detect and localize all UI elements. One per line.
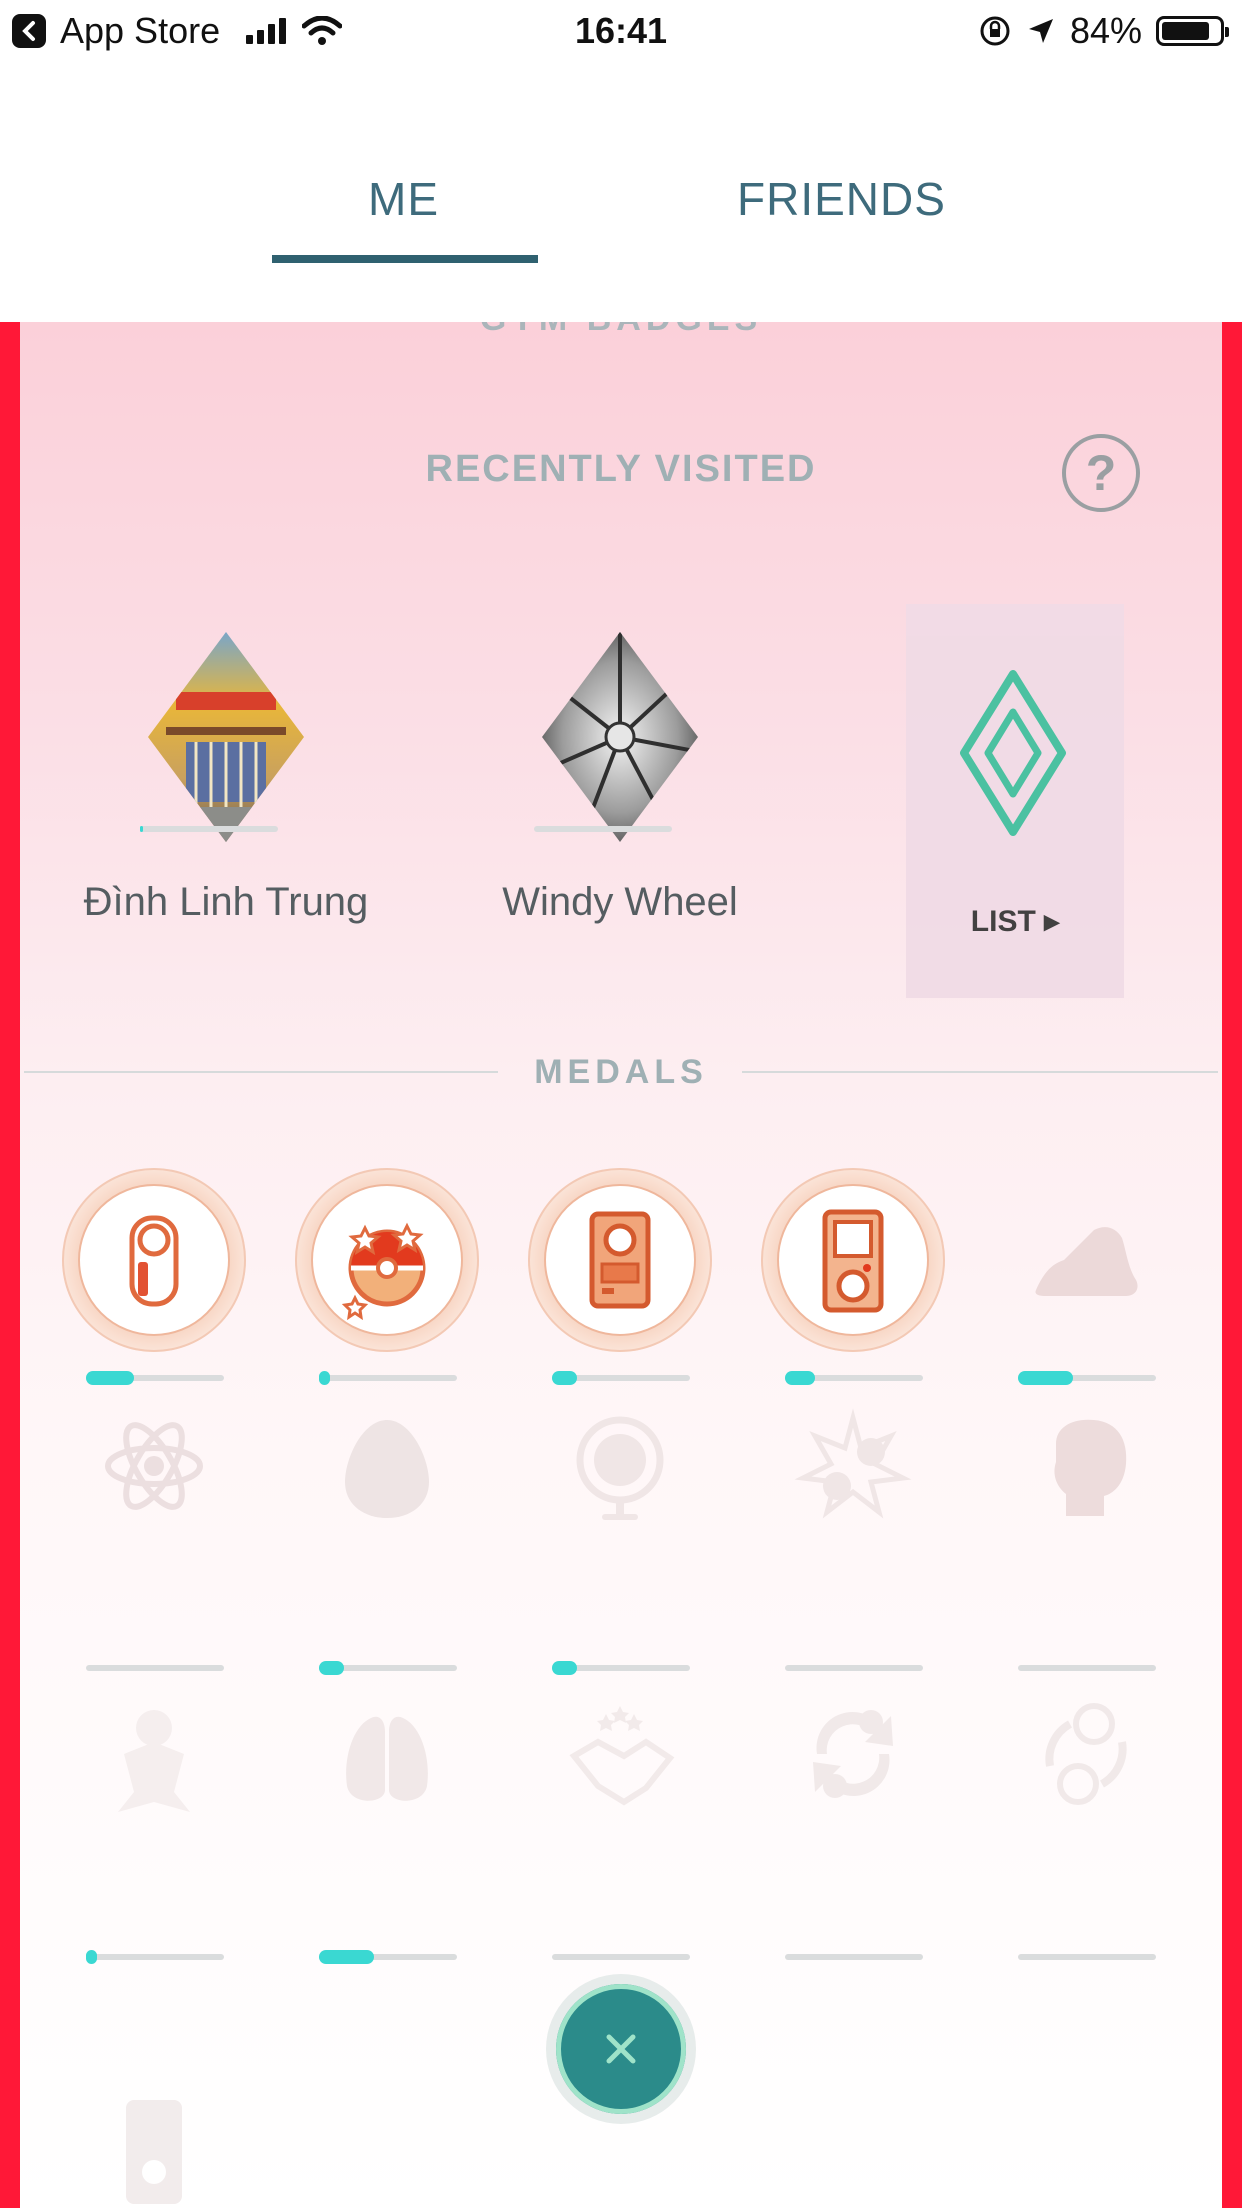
divider xyxy=(742,1071,1218,1073)
medal-progress-bar xyxy=(785,1954,923,1960)
gym-badge-item[interactable]: Đình Linh Trung xyxy=(76,632,376,925)
close-button[interactable] xyxy=(546,1974,696,2124)
egg-icon[interactable] xyxy=(295,1374,479,1558)
medal-progress-bar xyxy=(785,1371,923,1385)
atom-icon[interactable] xyxy=(62,1374,246,1558)
medal-progress-bar xyxy=(319,1950,457,1964)
gym-badges-heading: GYM BADGES xyxy=(0,322,1242,339)
gym-badge-item[interactable]: Windy Wheel xyxy=(470,632,770,925)
battery-icon xyxy=(1156,16,1229,46)
medal-progress-bar xyxy=(319,1371,457,1385)
gym-progress-bar xyxy=(140,826,278,832)
handshake-stars-icon[interactable] xyxy=(528,1662,712,1846)
medal-item[interactable] xyxy=(295,1168,479,1352)
tab-underline xyxy=(272,255,538,263)
medal-progress-bar xyxy=(86,1371,224,1385)
medal-progress-bar xyxy=(552,1954,690,1960)
battery-percent: 84% xyxy=(1069,10,1142,51)
device-small-icon[interactable] xyxy=(62,2062,246,2208)
trade-arrows-icon[interactable] xyxy=(761,1662,945,1846)
medal-progress-bar xyxy=(1018,1665,1156,1671)
medal-progress-bar xyxy=(785,1665,923,1671)
medal-progress-bar xyxy=(86,1950,224,1964)
list-label: LIST ▸ xyxy=(970,905,1060,938)
device-icon xyxy=(129,1215,179,1307)
gym-list-button[interactable]: LIST ▸ xyxy=(906,604,1124,998)
medal-item[interactable] xyxy=(62,1168,246,1352)
help-button[interactable]: ? xyxy=(1062,434,1140,512)
gym-photo-badge-icon xyxy=(148,632,304,842)
status-bar: App Store 16:41 84% xyxy=(0,0,1242,62)
orientation-lock-icon xyxy=(980,16,1010,46)
medal-progress-bar xyxy=(552,1371,690,1385)
flower-pokemon-icon[interactable] xyxy=(62,1662,246,1846)
pokedex-icon xyxy=(589,1211,651,1309)
profile-content[interactable]: GYM BADGES RECENTLY VISITED ? xyxy=(0,322,1242,2208)
medal-progress-bar xyxy=(86,1665,224,1671)
pokeball-swap-icon[interactable] xyxy=(994,1662,1178,1846)
gym-photo-badge-icon xyxy=(542,632,698,842)
binoculars-icon[interactable] xyxy=(295,1662,479,1846)
medal-item[interactable] xyxy=(761,1168,945,1352)
gym-progress-bar xyxy=(534,826,672,832)
pokestop-icon[interactable] xyxy=(528,1374,712,1558)
tab-bar: ME FRIENDS xyxy=(0,62,1242,322)
tab-me[interactable]: ME xyxy=(368,172,439,226)
gym-name: Đình Linh Trung xyxy=(83,880,369,924)
question-icon: ? xyxy=(1085,445,1117,501)
boxing-glove-icon[interactable] xyxy=(994,1374,1178,1558)
medal-progress-bar xyxy=(552,1661,690,1675)
running-shoe-icon[interactable] xyxy=(994,1168,1178,1352)
recently-visited-title: RECENTLY VISITED xyxy=(425,448,817,490)
pokedex-flip-icon xyxy=(822,1209,884,1313)
edge-accent-left xyxy=(0,322,20,2208)
location-arrow-icon xyxy=(1028,19,1053,43)
pokeball-burst-icon[interactable] xyxy=(761,1374,945,1558)
medal-progress-bar xyxy=(1018,1954,1156,1960)
edge-accent-right xyxy=(1222,322,1242,2208)
close-icon xyxy=(606,2034,636,2064)
tab-friends[interactable]: FRIENDS xyxy=(737,172,946,226)
medal-progress-bar xyxy=(319,1661,457,1675)
gym-name: Windy Wheel xyxy=(502,880,738,924)
pokeball-stars-icon xyxy=(341,1222,426,1321)
medal-item[interactable] xyxy=(528,1168,712,1352)
medal-progress-bar xyxy=(1018,1371,1156,1385)
gym-diamond-icon xyxy=(960,670,1066,836)
